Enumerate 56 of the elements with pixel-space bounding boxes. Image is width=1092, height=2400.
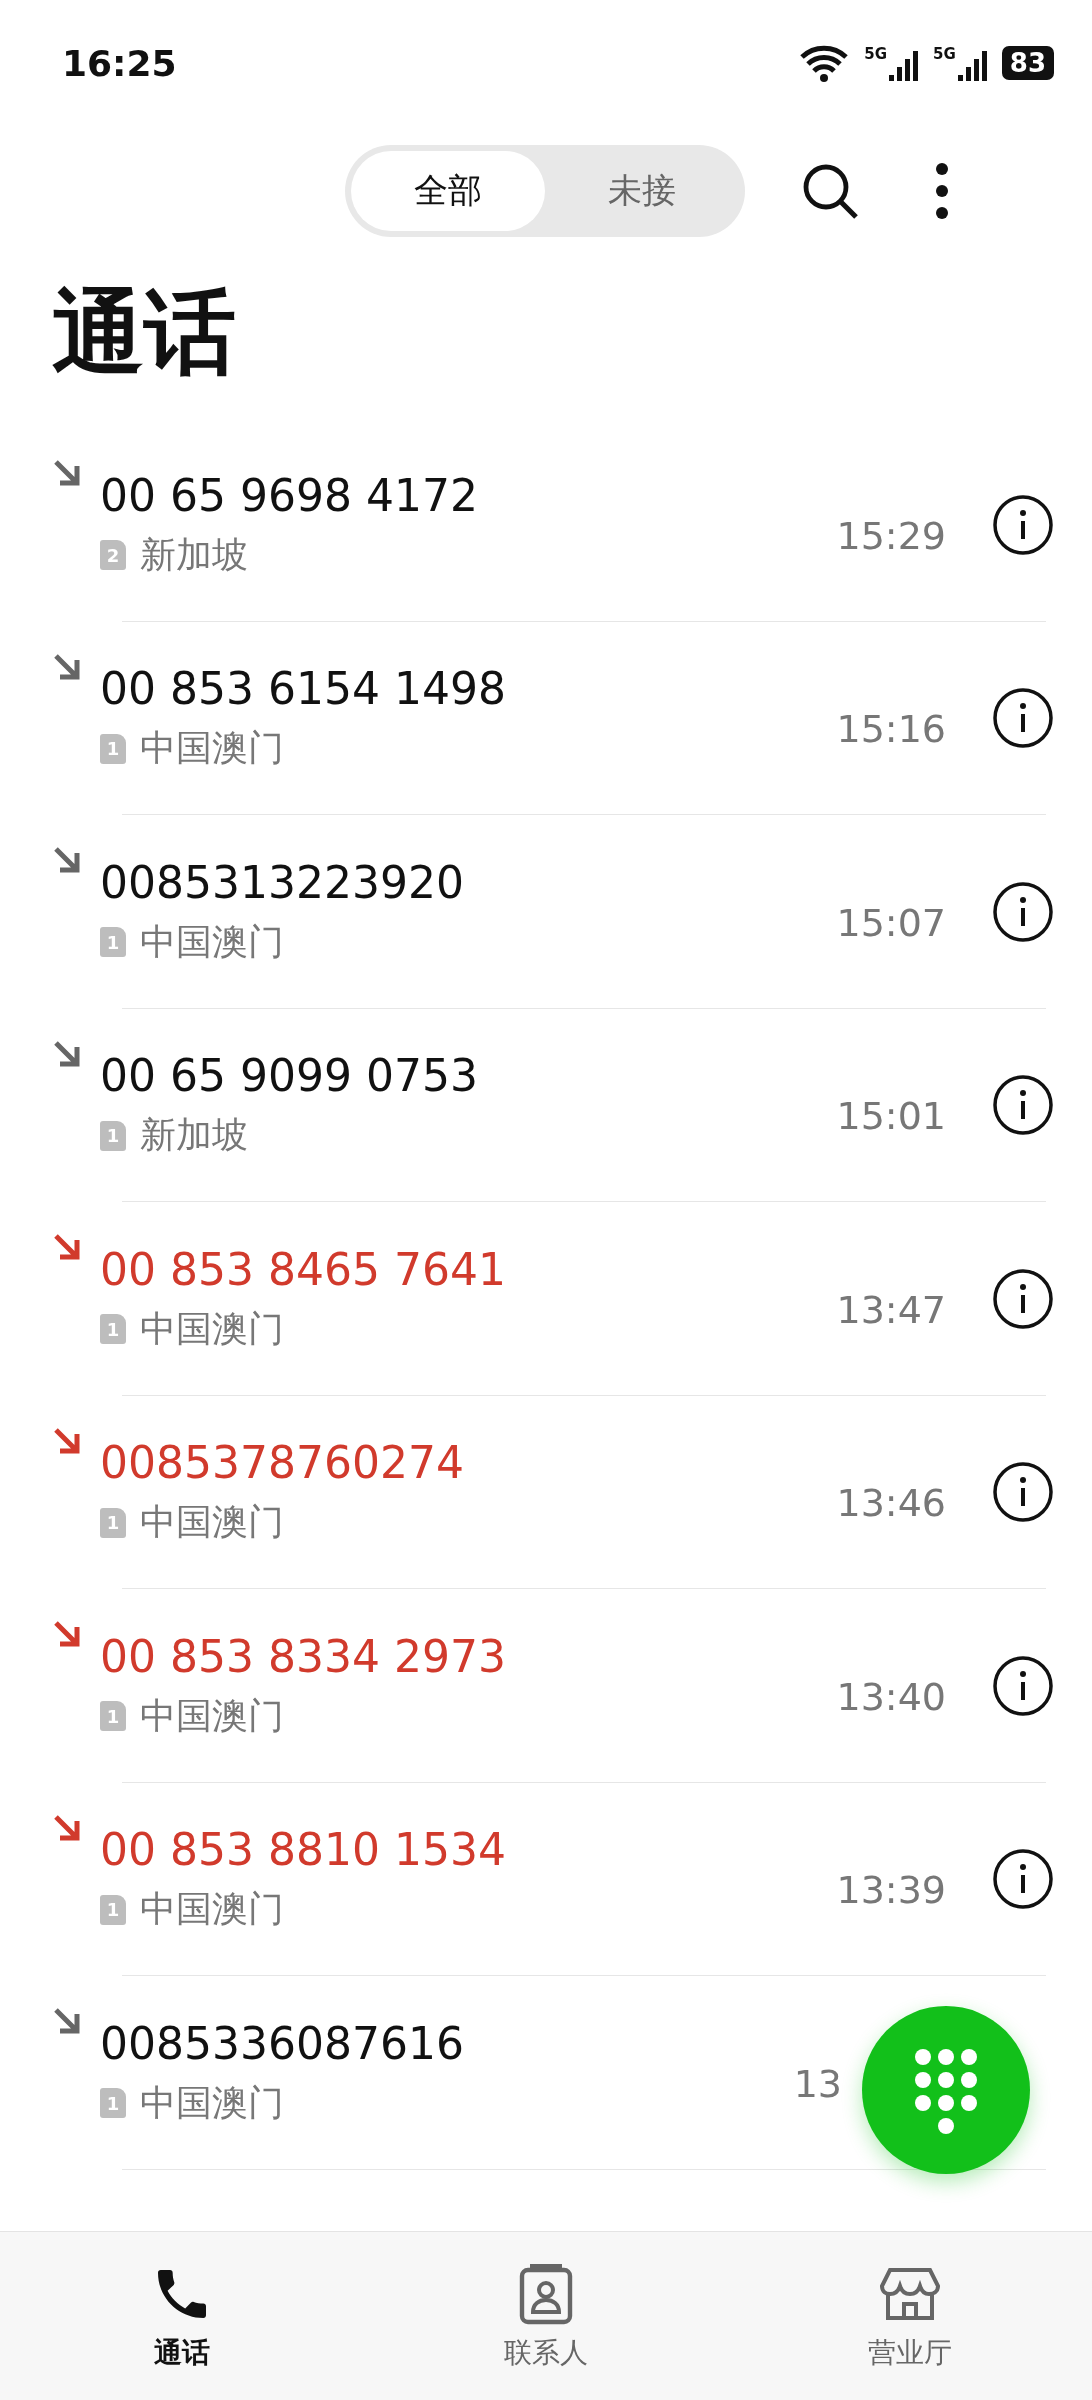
phone-number[interactable]: 0085313223920 — [100, 856, 837, 908]
more-icon — [935, 161, 949, 221]
sim-badge: 1 — [100, 733, 126, 764]
sim-badge: 1 — [100, 927, 126, 958]
incoming-arrow-icon — [52, 1619, 82, 1649]
phone-number[interactable]: 0085336087616 — [100, 2017, 794, 2069]
nav-tab[interactable]: 联系人 — [364, 2232, 728, 2400]
call-time: 15:29 — [836, 513, 946, 558]
phone-number[interactable]: 00 853 8810 1534 — [100, 1824, 837, 1876]
sim-badge: 2 — [100, 540, 126, 571]
call-location: 中国澳门 — [140, 1693, 284, 1738]
incoming-arrow-icon — [52, 651, 82, 682]
call-location: 中国澳门 — [140, 2080, 284, 2125]
call-time: 15:16 — [836, 707, 946, 752]
phone-number[interactable]: 00 65 9099 0753 — [100, 1050, 837, 1102]
phone-number[interactable]: 00 853 8334 2973 — [100, 1630, 837, 1682]
incoming-arrow-icon — [52, 1038, 82, 1069]
call-location: 中国澳门 — [140, 919, 284, 964]
page-title: 通话 — [52, 278, 237, 388]
call-location: 中国澳门 — [140, 1500, 284, 1545]
sim-badge: 1 — [100, 1701, 126, 1732]
phone-number[interactable]: 00 853 6154 1498 — [100, 663, 837, 715]
sim-badge: 1 — [100, 2088, 126, 2119]
sim-badge: 1 — [100, 1314, 126, 1345]
incoming-arrow-icon — [52, 1425, 82, 1456]
status-time: 16:25 — [62, 42, 177, 84]
call-time: 13:40 — [836, 1674, 946, 1719]
call-location: 新加坡 — [140, 532, 248, 577]
incoming-arrow-icon — [52, 845, 82, 875]
battery-level: 83 — [1001, 46, 1054, 80]
call-location: 中国澳门 — [140, 1306, 284, 1351]
network-label: 5G — [864, 45, 888, 63]
call-time: 15:07 — [836, 900, 946, 945]
sim-badge: 1 — [100, 1894, 126, 1925]
phone-number[interactable]: 0085378760274 — [100, 1437, 837, 1489]
nav-tab[interactable]: 通话 — [0, 2232, 364, 2400]
nav-tab[interactable]: 营业厅 — [728, 2232, 1092, 2400]
phone-number[interactable]: 00 65 9698 4172 — [100, 469, 837, 521]
call-location: 中国澳门 — [140, 726, 284, 771]
call-location: 新加坡 — [140, 1113, 248, 1158]
incoming-arrow-icon — [52, 1232, 82, 1262]
filter-tab[interactable]: 全部 — [351, 151, 545, 231]
call-time: 13:46 — [836, 1481, 946, 1526]
phone-number[interactable]: 00 853 8465 7641 — [100, 1243, 837, 1295]
call-time: 15:01 — [836, 1094, 946, 1139]
call-time: 13 — [793, 2061, 842, 2106]
incoming-arrow-icon — [52, 2006, 82, 2036]
incoming-arrow-icon — [52, 458, 82, 488]
call-time: 13:47 — [836, 1287, 946, 1332]
call-location: 中国澳门 — [140, 1887, 284, 1932]
sim-badge: 1 — [100, 1507, 126, 1538]
filter-tab[interactable]: 未接 — [545, 151, 739, 231]
sim-badge: 1 — [100, 1120, 126, 1151]
network-label: 5G — [933, 45, 956, 63]
call-time: 13:39 — [836, 1868, 946, 1913]
incoming-arrow-icon — [52, 1812, 82, 1843]
